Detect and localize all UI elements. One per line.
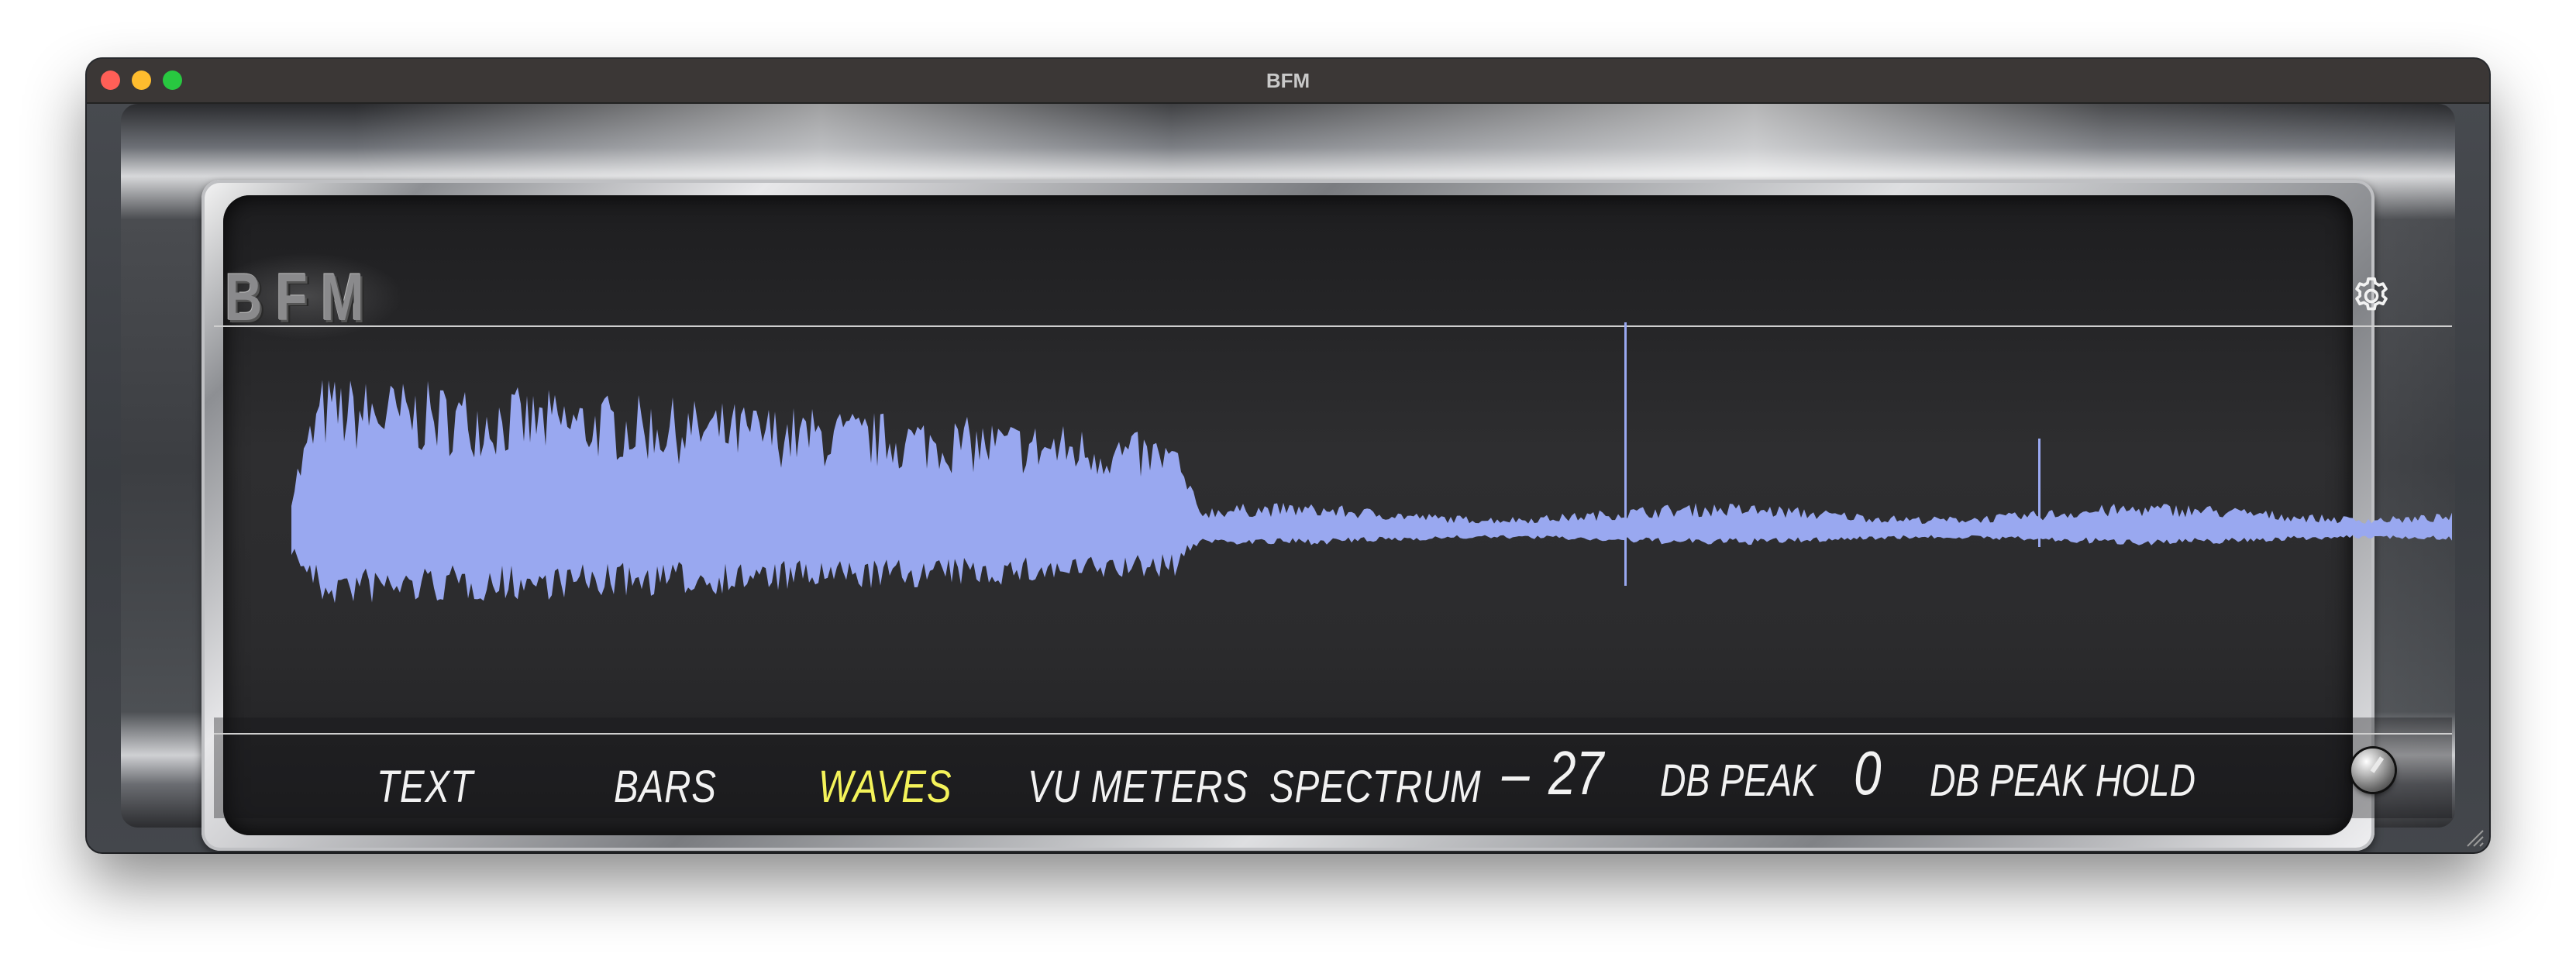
title-bar[interactable]: BFM <box>87 59 2489 104</box>
waveform-path <box>291 380 2452 604</box>
resize-handle-icon[interactable] <box>2461 824 2485 848</box>
gear-icon[interactable] <box>2350 274 2393 318</box>
mode-vu-meters-button[interactable]: VU METERS <box>1028 759 1248 815</box>
playhead-line <box>1624 322 1627 586</box>
volume-knob[interactable] <box>2351 748 2395 792</box>
peak-sign: – <box>1502 738 1530 807</box>
bottom-divider <box>214 733 2452 735</box>
mode-text-button[interactable]: TEXT <box>377 759 474 815</box>
app-window: BFM BFM TEXT BARS WAVES VU METERS SPECTR… <box>87 59 2489 852</box>
transient-spike <box>2038 439 2040 547</box>
waveform-display <box>291 322 2452 604</box>
peak-value: 27 <box>1548 738 1604 807</box>
peak-hold-unit-label: DB PEAK HOLD <box>1930 755 2195 806</box>
knob-indicator <box>2370 756 2385 773</box>
peak-unit-label: DB PEAK <box>1660 755 1817 806</box>
mode-spectrum-button[interactable]: SPECTRUM <box>1269 759 1481 815</box>
mode-bars-button[interactable]: BARS <box>614 759 717 815</box>
mode-waves-button[interactable]: WAVES <box>818 759 952 815</box>
window-title: BFM <box>1266 69 1310 92</box>
peak-hold-value: 0 <box>1854 738 1882 807</box>
